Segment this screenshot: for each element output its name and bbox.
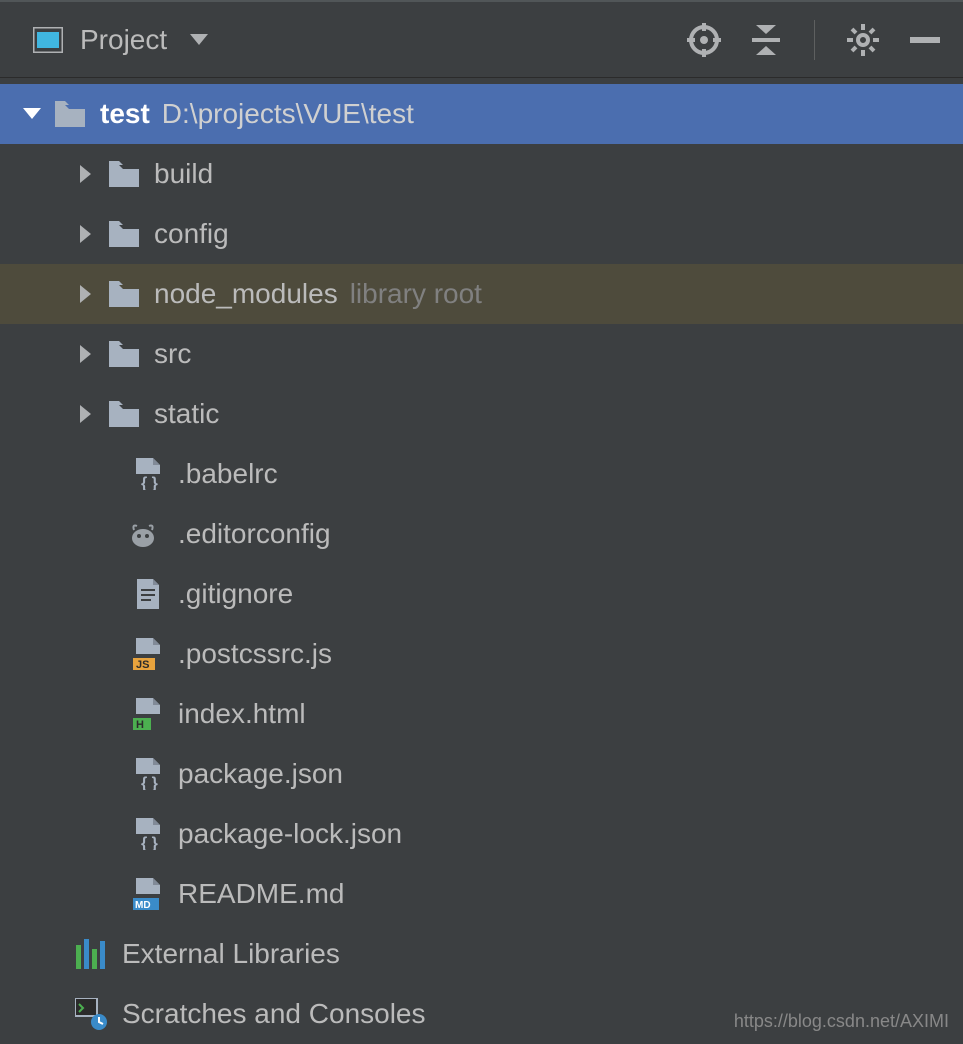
file-label: .gitignore — [178, 578, 293, 610]
folder-label: config — [154, 218, 229, 250]
node-label: External Libraries — [122, 938, 340, 970]
minimize-icon[interactable] — [907, 22, 943, 58]
toolbar-divider — [814, 20, 815, 60]
tree-file[interactable]: JS .postcssrc.js — [0, 624, 963, 684]
root-name: test — [100, 98, 150, 130]
tree-file[interactable]: .gitignore — [0, 564, 963, 624]
project-toolbar: Project — [0, 0, 963, 78]
folder-label: node_modules — [154, 278, 338, 310]
watermark: https://blog.csdn.net/AXIMI — [734, 1011, 949, 1032]
expand-right-icon[interactable] — [74, 225, 98, 243]
scratches-icon — [74, 996, 110, 1032]
svg-text:{ }: { } — [141, 835, 158, 850]
toolbar-left: Project — [30, 22, 217, 58]
tree-file[interactable]: H index.html — [0, 684, 963, 744]
gear-icon[interactable] — [845, 22, 881, 58]
file-label: index.html — [178, 698, 306, 730]
expand-right-icon[interactable] — [74, 345, 98, 363]
svg-text:JS: JS — [136, 659, 149, 670]
file-label: .babelrc — [178, 458, 278, 490]
json-file-icon: { } — [130, 756, 166, 792]
tree-root[interactable]: test D:\projects\VUE\test — [0, 84, 963, 144]
tree-file[interactable]: { } package-lock.json — [0, 804, 963, 864]
tree-file[interactable]: MD README.md — [0, 864, 963, 924]
folder-suffix: library root — [350, 278, 482, 310]
expand-right-icon[interactable] — [74, 285, 98, 303]
folder-icon — [106, 216, 142, 252]
tree-folder[interactable]: src — [0, 324, 963, 384]
dropdown-icon[interactable] — [181, 22, 217, 58]
folder-icon — [106, 396, 142, 432]
project-view-icon[interactable] — [30, 22, 66, 58]
json-file-icon: { } — [130, 816, 166, 852]
libraries-icon — [74, 936, 110, 972]
folder-icon — [106, 156, 142, 192]
svg-text:MD: MD — [135, 900, 151, 910]
project-tree: test D:\projects\VUE\test build config n… — [0, 78, 963, 1044]
folder-label: build — [154, 158, 213, 190]
folder-icon — [52, 96, 88, 132]
locate-icon[interactable] — [686, 22, 722, 58]
external-libraries[interactable]: External Libraries — [0, 924, 963, 984]
file-label: README.md — [178, 878, 344, 910]
expand-down-icon[interactable] — [20, 108, 44, 120]
root-path: D:\projects\VUE\test — [162, 98, 414, 130]
folder-label: static — [154, 398, 219, 430]
tree-file[interactable]: { } .babelrc — [0, 444, 963, 504]
tree-folder[interactable]: config — [0, 204, 963, 264]
tree-folder[interactable]: static — [0, 384, 963, 444]
folder-icon — [106, 276, 142, 312]
file-label: .editorconfig — [178, 518, 331, 550]
expand-right-icon[interactable] — [74, 405, 98, 423]
svg-text:{ }: { } — [141, 775, 158, 790]
project-view-label[interactable]: Project — [80, 24, 167, 56]
js-file-icon: JS — [130, 636, 166, 672]
tree-file[interactable]: .editorconfig — [0, 504, 963, 564]
text-file-icon — [130, 576, 166, 612]
json-file-icon: { } — [130, 456, 166, 492]
tree-file[interactable]: { } package.json — [0, 744, 963, 804]
folder-icon — [106, 336, 142, 372]
svg-text:H: H — [136, 719, 144, 730]
svg-text:{ }: { } — [141, 475, 158, 490]
editorconfig-file-icon — [130, 516, 166, 552]
file-label: package-lock.json — [178, 818, 402, 850]
md-file-icon: MD — [130, 876, 166, 912]
expand-right-icon[interactable] — [74, 165, 98, 183]
toolbar-right — [686, 20, 943, 60]
file-label: package.json — [178, 758, 343, 790]
folder-label: src — [154, 338, 191, 370]
collapse-all-icon[interactable] — [748, 22, 784, 58]
tree-folder-library[interactable]: node_modules library root — [0, 264, 963, 324]
tree-folder[interactable]: build — [0, 144, 963, 204]
html-file-icon: H — [130, 696, 166, 732]
file-label: .postcssrc.js — [178, 638, 332, 670]
node-label: Scratches and Consoles — [122, 998, 426, 1030]
